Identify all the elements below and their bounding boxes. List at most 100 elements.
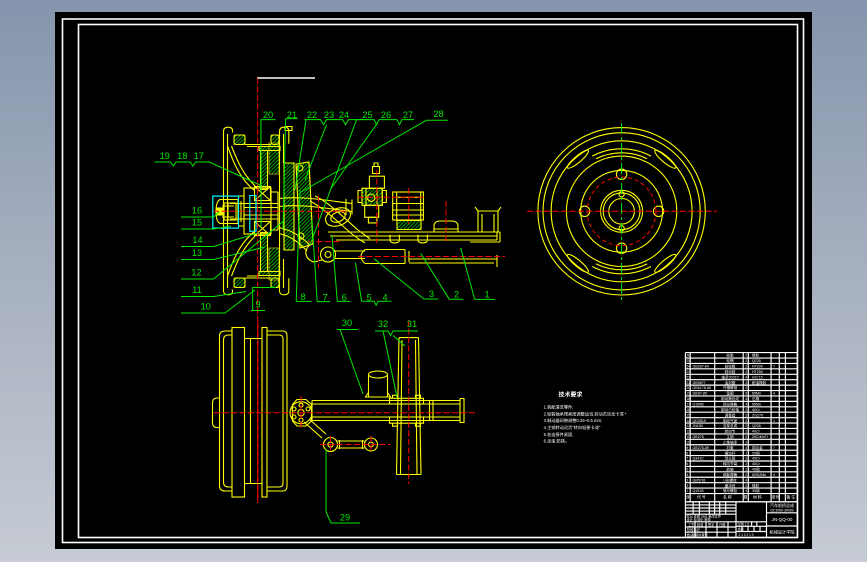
- svg-text:耐油橡胶: 耐油橡胶: [752, 380, 767, 385]
- svg-text:2: 2: [745, 473, 747, 477]
- svg-text:阶段标记: 阶段标记: [687, 527, 701, 532]
- svg-text:45钢: 45钢: [752, 467, 760, 472]
- svg-text:3: 3: [429, 289, 434, 299]
- svg-text:2.轮毂轴承预紧度调整适当,转动灵活无卡滞 *: 2.轮毂轴承预紧度调整适当,转动灵活无卡滞 *: [544, 410, 627, 417]
- svg-text:制动鼓: 制动鼓: [725, 369, 736, 374]
- svg-text:40Cr: 40Cr: [752, 408, 761, 412]
- svg-text:GB9877: GB9877: [693, 381, 706, 385]
- svg-text:8: 8: [686, 451, 688, 455]
- svg-text:4: 4: [745, 397, 747, 401]
- svg-text:2: 2: [745, 419, 747, 423]
- svg-text:设计 标准化 审核: 设计 标准化 审核: [687, 517, 712, 522]
- svg-text:制动气室: 制动气室: [723, 418, 738, 423]
- svg-text:GB276-89: GB276-89: [693, 446, 709, 450]
- svg-text:7: 7: [686, 457, 688, 461]
- svg-text:12: 12: [191, 268, 201, 278]
- svg-text:骑马螺栓: 骑马螺栓: [723, 488, 738, 493]
- svg-text:20钢: 20钢: [752, 450, 760, 455]
- svg-text:垫圈: 垫圈: [726, 391, 734, 396]
- svg-text:14: 14: [192, 235, 202, 245]
- svg-text:17: 17: [686, 403, 690, 407]
- svg-text:代 号: 代 号: [697, 495, 706, 500]
- svg-text:10: 10: [201, 302, 211, 312]
- svg-text:2: 2: [745, 408, 747, 412]
- svg-text:橡胶: 橡胶: [752, 483, 760, 488]
- svg-text:17: 17: [194, 151, 204, 161]
- svg-text:Q341C: Q341C: [693, 457, 705, 461]
- svg-text:65Mn: 65Mn: [752, 392, 761, 396]
- svg-text:签字: 签字: [708, 522, 714, 527]
- svg-text:9: 9: [686, 446, 688, 450]
- svg-text:油封圈: 油封圈: [725, 380, 736, 385]
- svg-text:23: 23: [686, 370, 690, 374]
- svg-text:4: 4: [773, 473, 775, 477]
- svg-text:橡胶: 橡胶: [752, 353, 760, 358]
- svg-text:20: 20: [263, 110, 273, 120]
- svg-text:工艺: 工艺: [688, 522, 694, 527]
- svg-text:2: 2: [686, 484, 688, 488]
- svg-text:前轴: 前轴: [726, 467, 734, 472]
- svg-text:4: 4: [745, 403, 747, 407]
- svg-text:轮胎: 轮胎: [726, 353, 734, 358]
- svg-text:2: 2: [745, 381, 747, 385]
- svg-text:4: 4: [773, 392, 775, 396]
- svg-text:14: 14: [686, 419, 690, 423]
- svg-text:9: 9: [255, 300, 260, 310]
- svg-text:GB6178-86: GB6178-86: [693, 386, 711, 390]
- svg-text:序: 序: [686, 495, 690, 500]
- svg-text:制动蹄总成: 制动蹄总成: [721, 396, 739, 401]
- svg-text:日期: 日期: [719, 522, 725, 527]
- svg-text:4: 4: [686, 473, 688, 477]
- svg-text:2: 2: [745, 413, 747, 417]
- svg-text:2: 2: [745, 440, 747, 444]
- svg-text:横拉杆: 横拉杆: [725, 450, 736, 455]
- svg-text:单件: 单件: [772, 495, 780, 500]
- svg-text:备 注: 备 注: [787, 495, 796, 500]
- svg-text:JN-QQ-00: JN-QQ-00: [772, 517, 793, 522]
- svg-text:5.各连接件紧固,: 5.各连接件紧固,: [544, 431, 574, 438]
- svg-text:2 1 0 2 1 0: 2 1 0 2 1 0: [739, 533, 754, 537]
- svg-text:机械设计学院: 机械设计学院: [769, 529, 795, 536]
- svg-text:主销: 主销: [726, 434, 734, 439]
- svg-text:回位弹簧: 回位弹簧: [723, 402, 738, 407]
- svg-text:轴承30310: 轴承30310: [721, 374, 738, 379]
- svg-text:8: 8: [300, 292, 305, 302]
- svg-text:15: 15: [192, 218, 202, 228]
- svg-text:11: 11: [192, 285, 202, 295]
- svg-text:18: 18: [686, 397, 690, 401]
- svg-text:40Cr: 40Cr: [752, 430, 761, 434]
- svg-text:30: 30: [342, 318, 352, 328]
- svg-text:QD3519: QD3519: [693, 419, 706, 423]
- svg-text:5: 5: [686, 468, 688, 472]
- svg-text:1: 1: [745, 468, 747, 472]
- svg-text:7: 7: [773, 365, 775, 369]
- svg-text:钢板弹簧: 钢板弹簧: [723, 472, 738, 477]
- svg-text:重量: 重量: [738, 527, 745, 532]
- svg-text:4: 4: [745, 489, 747, 493]
- svg-text:Q235: Q235: [752, 424, 761, 428]
- svg-text:轮辋: 轮辋: [726, 358, 734, 363]
- svg-text:6.涂漆,防锈。: 6.涂漆,防锈。: [544, 438, 570, 445]
- svg-text:18: 18: [177, 151, 187, 161]
- svg-text:支架总成: 支架总成: [723, 423, 738, 428]
- svg-text:26: 26: [686, 354, 690, 358]
- svg-text:1: 1: [686, 489, 688, 493]
- svg-text:Q235: Q235: [752, 359, 761, 363]
- svg-text:4: 4: [745, 446, 747, 450]
- svg-text:65Mn: 65Mn: [752, 403, 761, 407]
- svg-text:ZG270: ZG270: [752, 413, 763, 417]
- svg-text:Q150B: Q150B: [693, 403, 705, 407]
- svg-text:24: 24: [686, 365, 690, 369]
- svg-text:3.制动器间隙调整0.25~0.5 mm;: 3.制动器间隙调整0.25~0.5 mm;: [544, 417, 603, 424]
- svg-text:35钢: 35钢: [752, 488, 760, 493]
- svg-text:数: 数: [744, 495, 748, 500]
- svg-text:批准: 批准: [697, 522, 704, 527]
- svg-text:2: 2: [745, 435, 747, 439]
- svg-text:1.装配清洗零件;: 1.装配清洗零件;: [544, 404, 574, 411]
- svg-text:6: 6: [686, 462, 688, 466]
- svg-text:GB276: GB276: [693, 435, 704, 439]
- svg-text:转向节: 转向节: [725, 429, 736, 434]
- svg-text:32: 32: [378, 319, 388, 329]
- svg-text:25: 25: [686, 359, 690, 363]
- svg-text:缓冲块: 缓冲块: [725, 483, 736, 488]
